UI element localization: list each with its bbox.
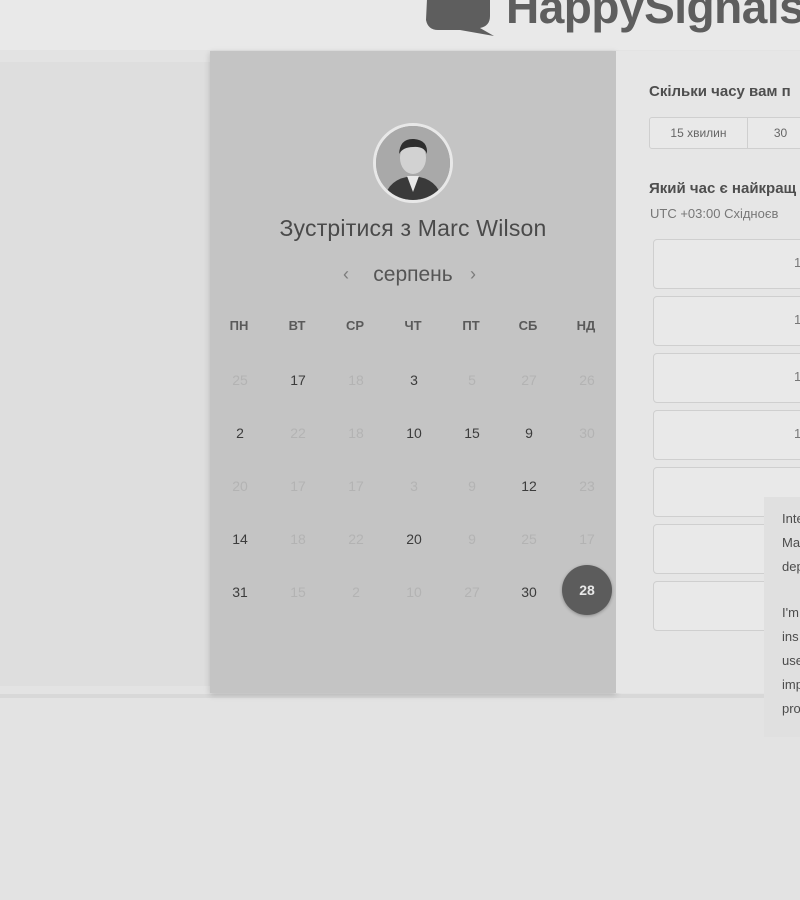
weekday-header: ПН ВТ СР ЧТ ПТ СБ НД [210, 318, 616, 338]
calendar-day: 18 [290, 531, 306, 547]
calendar-day-available[interactable]: 20 [392, 517, 436, 561]
bio-line: Inte [782, 511, 800, 526]
host-bio-popover: Inte Ma dep I'm ins use imp pro [764, 497, 800, 737]
bio-line: Ma [782, 535, 800, 550]
calendar-day: 9 [468, 531, 476, 547]
calendar-day-available[interactable]: 15 [450, 411, 494, 455]
bio-line: I'm [782, 605, 799, 620]
calendar-day-available[interactable]: 30 [507, 570, 551, 614]
weekday-label: СР [345, 318, 365, 333]
calendar-day: 26 [579, 372, 595, 388]
duration-selector: 15 хвилин 30 [649, 117, 800, 149]
calendar-day: 3 [410, 478, 418, 494]
time-question: Який час є найкращ [649, 180, 797, 197]
calendar-day: 18 [348, 372, 364, 388]
timezone-label[interactable]: UTC +03:00 Східноєв [650, 206, 778, 221]
duration-option-30[interactable]: 30 [746, 118, 800, 148]
bio-line: use [782, 653, 800, 668]
calendar-day-selected[interactable]: 28 [562, 565, 612, 615]
host-avatar [373, 123, 453, 203]
time-slot[interactable]: 1 [653, 239, 800, 289]
bio-line: imp [782, 677, 800, 692]
time-slot[interactable]: 1 [653, 410, 800, 460]
time-slot-label: 1 [794, 426, 800, 441]
speech-bubble-logo-icon [426, 0, 494, 36]
person-photo-icon [376, 126, 450, 200]
weekday-label: ЧТ [404, 318, 422, 333]
calendar-day: 27 [464, 584, 480, 600]
bio-line: dep [782, 559, 800, 574]
divider [0, 694, 800, 698]
calendar-day: 17 [290, 478, 306, 494]
calendar-day: 25 [521, 531, 537, 547]
time-slot[interactable]: 1 [653, 296, 800, 346]
bio-line: ins [782, 629, 799, 644]
calendar-day: 10 [406, 584, 422, 600]
calendar-day: 22 [290, 425, 306, 441]
calendar-day: 18 [348, 425, 364, 441]
time-slot[interactable]: 1 [653, 353, 800, 403]
calendar-day: 20 [232, 478, 248, 494]
duration-question: Скільки часу вам п [649, 83, 791, 100]
calendar-day: 2 [352, 584, 360, 600]
time-slot-label: 1 [794, 312, 800, 327]
logo-text: HappySignals [506, 0, 800, 33]
calendar-day-available[interactable]: 31 [218, 570, 262, 614]
bio-line: pro [782, 701, 800, 716]
calendar-day: 17 [348, 478, 364, 494]
duration-option-15[interactable]: 15 хвилин [650, 118, 747, 148]
calendar-day: 9 [468, 478, 476, 494]
calendar-day: 17 [579, 531, 595, 547]
calendar-day: 5 [468, 372, 476, 388]
weekday-label: СБ [518, 318, 538, 333]
chevron-right-icon[interactable]: › [470, 261, 476, 287]
calendar-day: 30 [579, 425, 595, 441]
left-panel [0, 62, 210, 686]
time-slot-label: 1 [794, 369, 800, 384]
calendar-day-available[interactable]: 17 [276, 358, 320, 402]
month-navigation: ‹ серпень › [210, 261, 616, 291]
weekday-label: ПН [229, 318, 249, 333]
weekday-label: ВТ [288, 318, 306, 333]
weekday-label: НД [576, 318, 596, 333]
meeting-title: Зустрітися з Marc Wilson [279, 215, 547, 241]
calendar-day-available[interactable]: 14 [218, 517, 262, 561]
calendar-day-available[interactable]: 2 [218, 411, 262, 455]
time-slot-label: 1 [794, 255, 800, 270]
calendar-day-available[interactable]: 12 [507, 464, 551, 508]
calendar-day: 15 [290, 584, 306, 600]
calendar-day-available[interactable]: 10 [392, 411, 436, 455]
scheduler-card: Зустрітися з Marc Wilson ‹ серпень › ПН В… [210, 51, 616, 693]
calendar-day: 22 [348, 531, 364, 547]
calendar-day: 23 [579, 478, 595, 494]
calendar-day-available[interactable]: 9 [507, 411, 551, 455]
weekday-label: ПТ [462, 318, 480, 333]
calendar-day: 27 [521, 372, 537, 388]
happysignals-logo[interactable]: HappySignals [420, 0, 800, 36]
calendar-day-available[interactable]: 3 [392, 358, 436, 402]
month-label: серпень [373, 263, 453, 286]
calendar-day: 25 [232, 372, 248, 388]
